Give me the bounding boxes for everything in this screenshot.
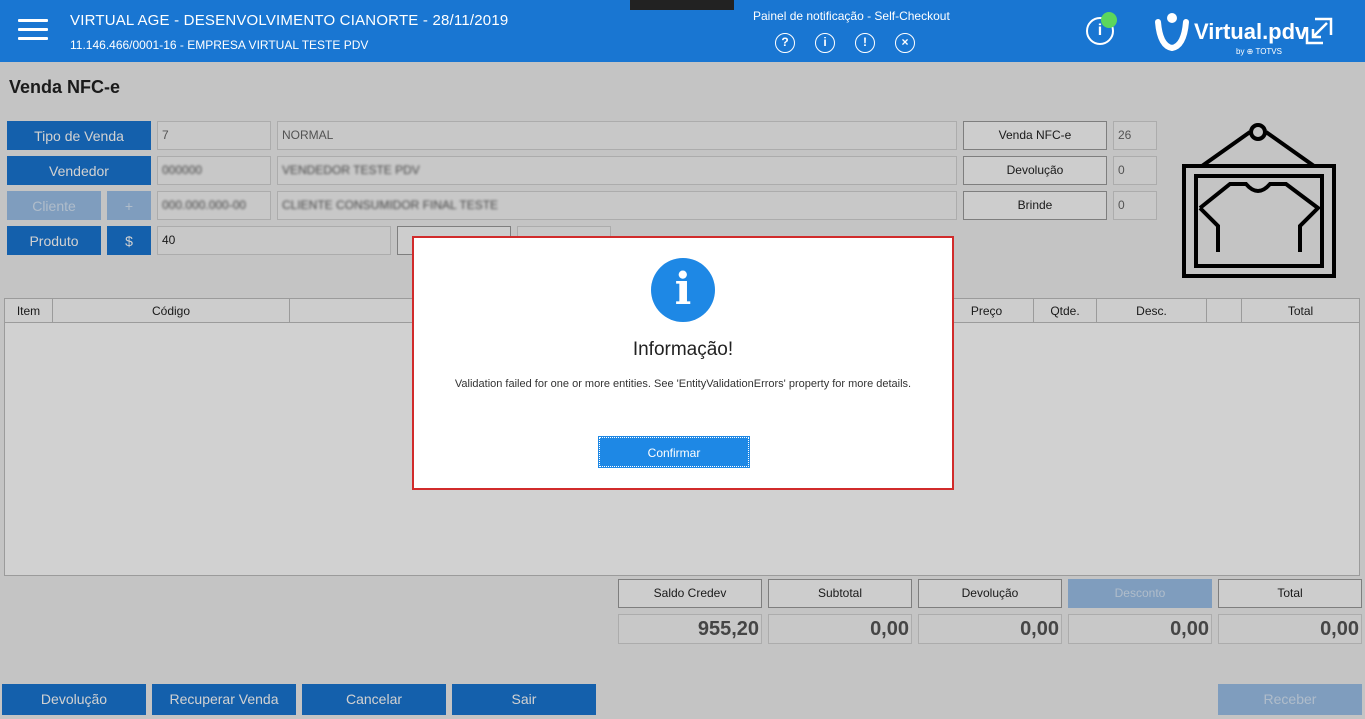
company-subtitle: 11.146.466/0001-16 - EMPRESA VIRTUAL TES… (70, 38, 369, 52)
info-icon[interactable]: i (815, 33, 835, 53)
dialog-message: Validation failed for one or more entiti… (454, 378, 912, 390)
menu-icon[interactable] (18, 19, 48, 41)
dialog-title: Informação! (632, 339, 734, 360)
confirm-button[interactable]: Confirmar (598, 436, 750, 468)
online-status-icon (1101, 12, 1117, 28)
warning-icon[interactable]: ! (855, 33, 875, 53)
company-title: VIRTUAL AGE - DESENVOLVIMENTO CIANORTE -… (70, 12, 509, 29)
window-tab (630, 0, 734, 10)
app-header: VIRTUAL AGE - DESENVOLVIMENTO CIANORTE -… (0, 0, 1365, 62)
brand-name: Virtual.pdv (1194, 19, 1308, 44)
virtual-pdv-logo: Virtual.pdv by ⊕ TOTVS (1150, 6, 1307, 58)
error-icon[interactable]: × (895, 33, 915, 53)
brand-by: by ⊕ TOTVS (1236, 47, 1282, 56)
information-icon: i (651, 258, 715, 322)
help-icon[interactable]: ? (775, 33, 795, 53)
notification-panel-label: Painel de notificação - Self-Checkout (753, 9, 950, 23)
exit-window-icon[interactable] (1305, 17, 1333, 45)
information-dialog: i Informação! Validation failed for one … (412, 236, 954, 490)
